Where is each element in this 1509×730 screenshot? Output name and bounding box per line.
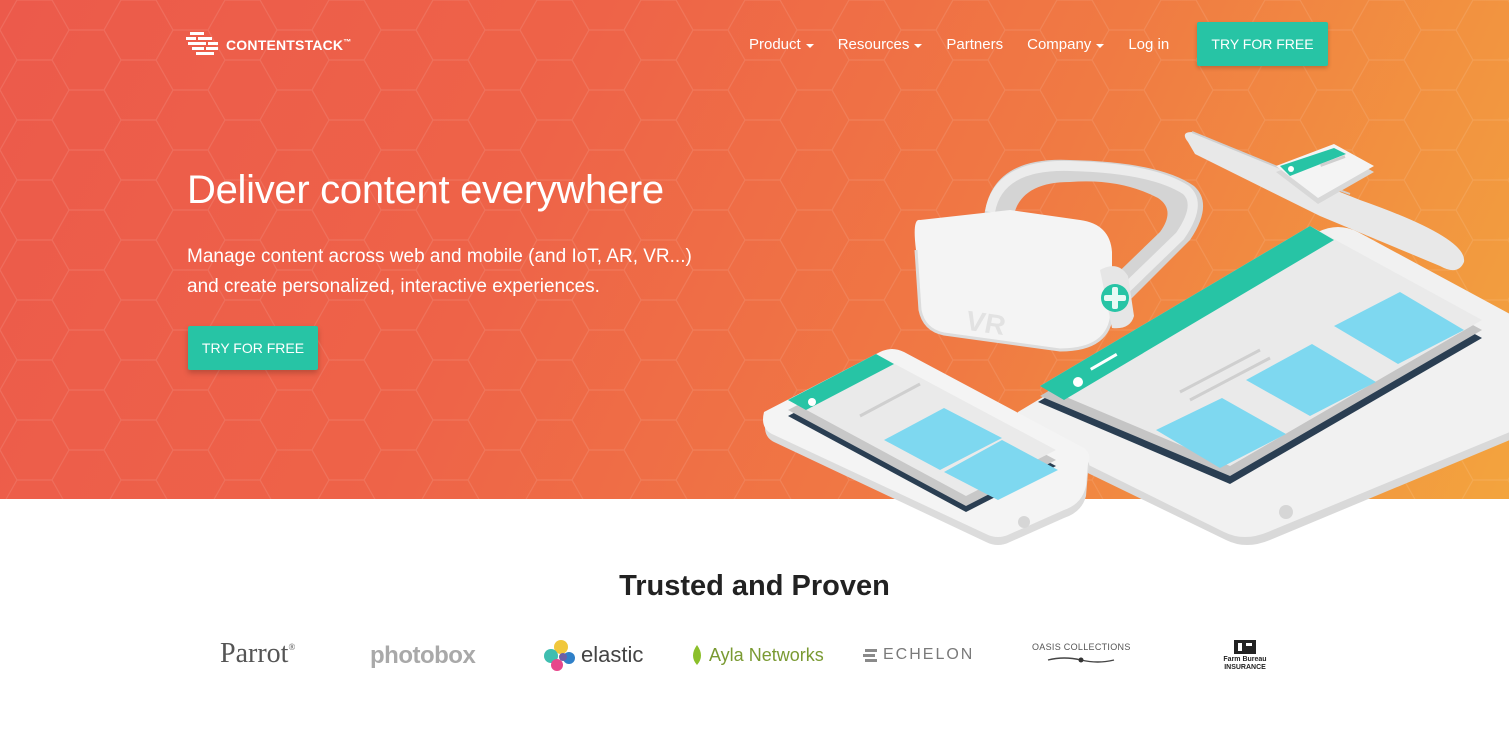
contentstack-logo[interactable]: CONTENTSTACK™ (186, 31, 351, 59)
hero-subtitle: Manage content across web and mobile (an… (187, 246, 692, 297)
devices-illustration: VR (763, 131, 1509, 545)
echelon-logo: ECHELON (863, 646, 974, 664)
oasis-collections-logo: OASIS COLLECTIONS (1032, 642, 1131, 665)
farm-bureau-logo: Farm Bureau INSURANCE (1220, 640, 1270, 672)
chevron-down-icon (914, 43, 923, 48)
phone-illustration (763, 349, 1090, 545)
elastic-icon (544, 640, 575, 671)
nav-partners[interactable]: Partners (946, 36, 1003, 53)
contentstack-logo-icon (186, 32, 218, 55)
nav-login[interactable]: Log in (1128, 36, 1169, 53)
farm-bureau-icon (1234, 640, 1256, 654)
top-nav: Product Resources Partners Company Log i… (749, 36, 1193, 53)
nav-try-for-free-button[interactable]: TRY FOR FREE (1197, 22, 1328, 66)
trusted-title: Trusted and Proven (619, 570, 890, 602)
parrot-logo: Parrot ® (220, 638, 296, 669)
ornament-icon (1048, 657, 1115, 663)
ayla-networks-logo: Ayla Networks (689, 644, 824, 666)
photobox-logo: photobox (370, 642, 476, 669)
echelon-icon (863, 649, 877, 662)
hero-try-for-free-button[interactable]: TRY FOR FREE (188, 326, 318, 370)
client-logos: Parrot ® photobox elastic Ayla Networks E… (0, 630, 1509, 690)
chevron-down-icon (805, 43, 814, 48)
leaf-icon (693, 645, 701, 665)
plus-icon (1101, 284, 1129, 312)
brand-name: CONTENTSTACK™ (226, 37, 352, 53)
nav-resources[interactable]: Resources (838, 36, 923, 53)
chevron-down-icon (1096, 43, 1105, 48)
nav-company[interactable]: Company (1027, 36, 1105, 53)
vr-label: VR (966, 305, 1006, 341)
nav-product[interactable]: Product (749, 36, 814, 53)
elastic-logo: elastic (543, 638, 643, 672)
hero-title: Deliver content everywhere (187, 168, 664, 212)
